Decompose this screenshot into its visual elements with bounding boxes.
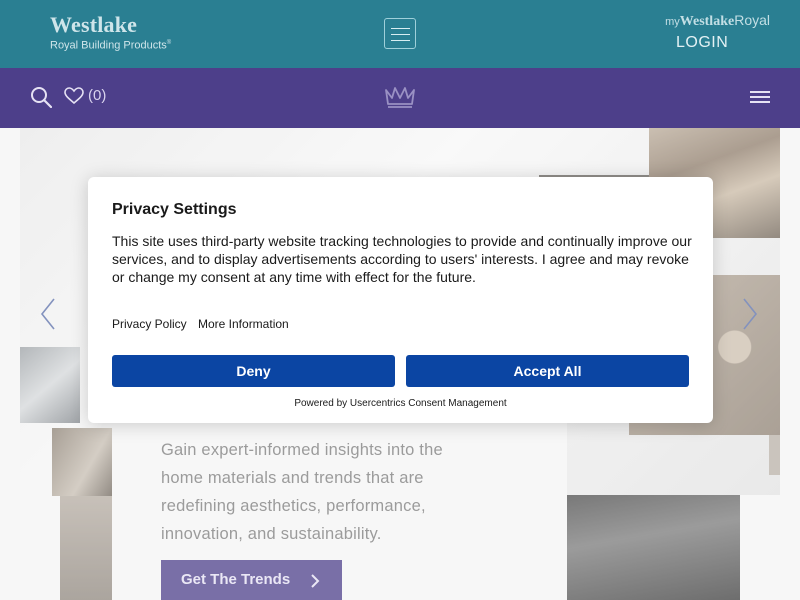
privacy-settings-modal: Privacy Settings This site uses third-pa… — [88, 177, 713, 423]
my-westlake-royal-logo[interactable]: myWestlakeRoyal — [665, 12, 770, 30]
logo-trademark: ® — [166, 40, 172, 46]
accept-all-button[interactable]: Accept All — [406, 355, 689, 387]
favorites-count[interactable]: (0) — [88, 87, 106, 104]
westlake-logo[interactable]: Westlake Royal Building Products® — [50, 14, 171, 53]
top-bar: Westlake Royal Building Products® myWest… — [0, 0, 800, 68]
crown-icon[interactable] — [384, 86, 416, 108]
search-icon[interactable] — [30, 86, 52, 108]
heart-icon[interactable] — [64, 87, 84, 105]
hamburger-icon[interactable] — [750, 91, 770, 105]
deny-button[interactable]: Deny — [112, 355, 395, 387]
logo-wordmark: Westlake — [50, 12, 138, 37]
modal-title: Privacy Settings — [112, 201, 237, 218]
nav-bar: (0) — [0, 68, 800, 128]
powered-by-text[interactable]: Powered by Usercentrics Consent Manageme… — [88, 398, 713, 409]
privacy-policy-link[interactable]: Privacy Policy — [112, 317, 187, 331]
login-link[interactable]: LOGIN — [676, 34, 728, 52]
top-menu-button[interactable] — [384, 18, 416, 49]
modal-body-text: This site uses third-party website track… — [112, 233, 692, 285]
logo-subtitle: Royal Building Products® — [50, 39, 172, 52]
more-information-link[interactable]: More Information — [198, 317, 289, 331]
